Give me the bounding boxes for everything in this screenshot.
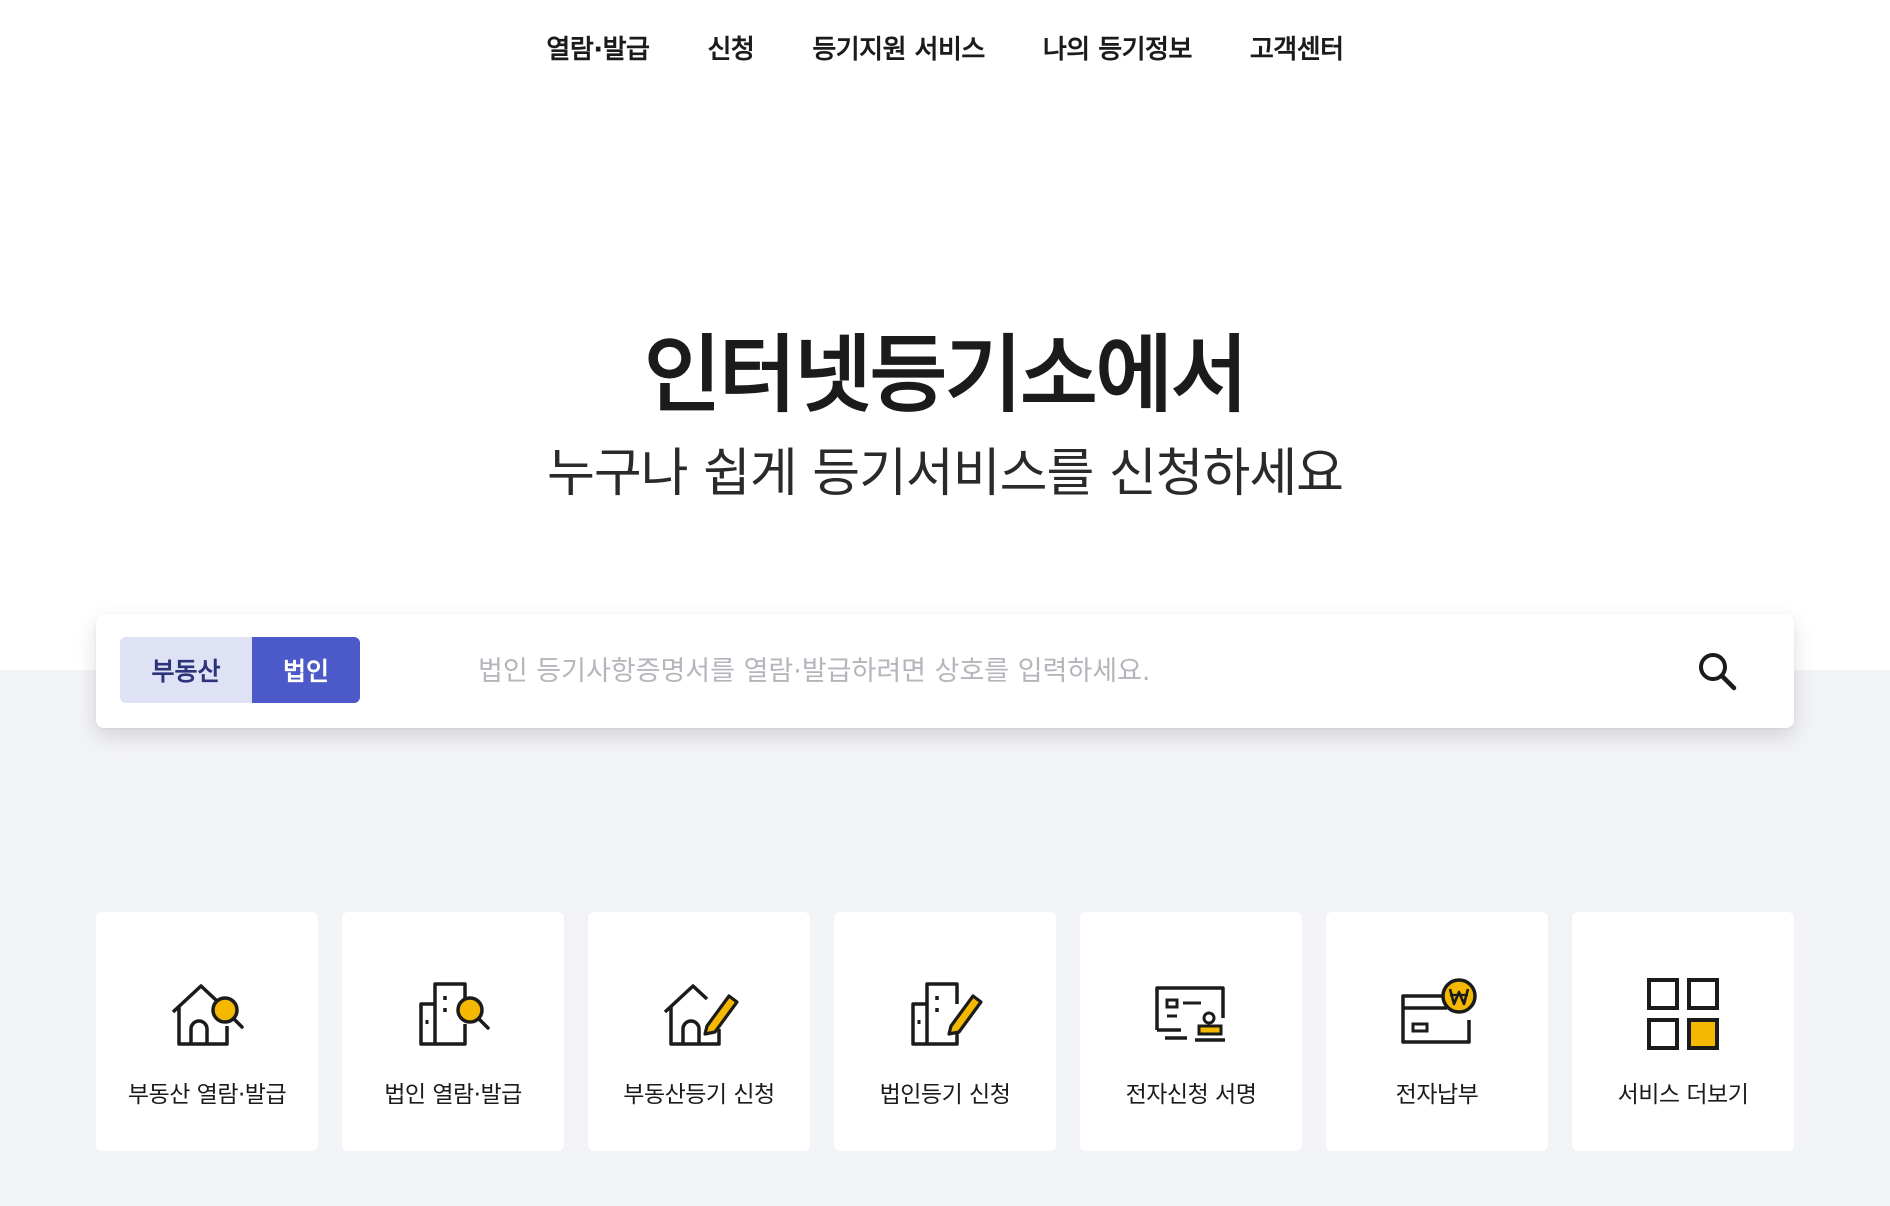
hero-title: 인터넷등기소에서 xyxy=(643,326,1248,424)
nav-item-customer-center[interactable]: 고객센터 xyxy=(1250,29,1344,66)
hero-subtitle: 누구나 쉽게 등기서비스를 신청하세요 xyxy=(546,444,1344,504)
nav-item-registry-support[interactable]: 등기지원 서비스 xyxy=(812,29,985,66)
top-navigation: 열람·발급 신청 등기지원 서비스 나의 등기정보 고객센터 xyxy=(0,0,1890,94)
service-card-more[interactable]: 서비스 더보기 xyxy=(1572,912,1794,1151)
service-card-real-estate-apply[interactable]: 부동산등기 신청 xyxy=(588,912,810,1151)
search-input[interactable] xyxy=(478,642,1678,700)
service-card-label: 전자납부 xyxy=(1395,1082,1479,1108)
service-card-corporation-apply[interactable]: 법인등기 신청 xyxy=(834,912,1056,1151)
house-search-icon xyxy=(171,984,244,1046)
building-pencil-icon xyxy=(911,982,983,1046)
search-icon xyxy=(1699,653,1737,691)
tab-real-estate[interactable]: 부동산 xyxy=(120,637,252,703)
service-card-e-signature[interactable]: 전자신청 서명 xyxy=(1080,912,1302,1151)
house-pencil-icon xyxy=(663,984,739,1046)
service-card-label: 법인 열람·발급 xyxy=(384,1082,522,1108)
service-card-label: 서비스 더보기 xyxy=(1617,1082,1749,1108)
search-panel: 부동산 법인 xyxy=(96,614,1794,728)
search-button[interactable] xyxy=(1692,646,1742,696)
search-type-toggle: 부동산 법인 xyxy=(120,637,360,703)
tab-corporation[interactable]: 법인 xyxy=(252,637,360,703)
service-card-label: 법인등기 신청 xyxy=(879,1082,1011,1108)
service-card-e-payment[interactable]: 전자납부 xyxy=(1326,912,1548,1151)
building-search-icon xyxy=(419,982,490,1046)
document-stamp-icon xyxy=(1155,986,1225,1042)
nav-item-view-issue[interactable]: 열람·발급 xyxy=(546,29,650,66)
service-card-label: 부동산등기 신청 xyxy=(623,1082,775,1108)
service-card-real-estate-view[interactable]: 부동산 열람·발급 xyxy=(96,912,318,1151)
service-card-label: 전자신청 서명 xyxy=(1125,1082,1257,1108)
service-shortcuts: 부동산 열람·발급 법인 열람·발급 부동산등기 신청 법인등기 신청 전자신청… xyxy=(96,912,1794,1151)
card-payment-icon xyxy=(1401,978,1477,1044)
service-card-corporation-view[interactable]: 법인 열람·발급 xyxy=(342,912,564,1151)
grid-more-icon xyxy=(1647,978,1719,1050)
nav-item-my-registry[interactable]: 나의 등기정보 xyxy=(1043,29,1193,66)
nav-item-apply[interactable]: 신청 xyxy=(707,29,754,66)
service-card-label: 부동산 열람·발급 xyxy=(127,1082,287,1108)
